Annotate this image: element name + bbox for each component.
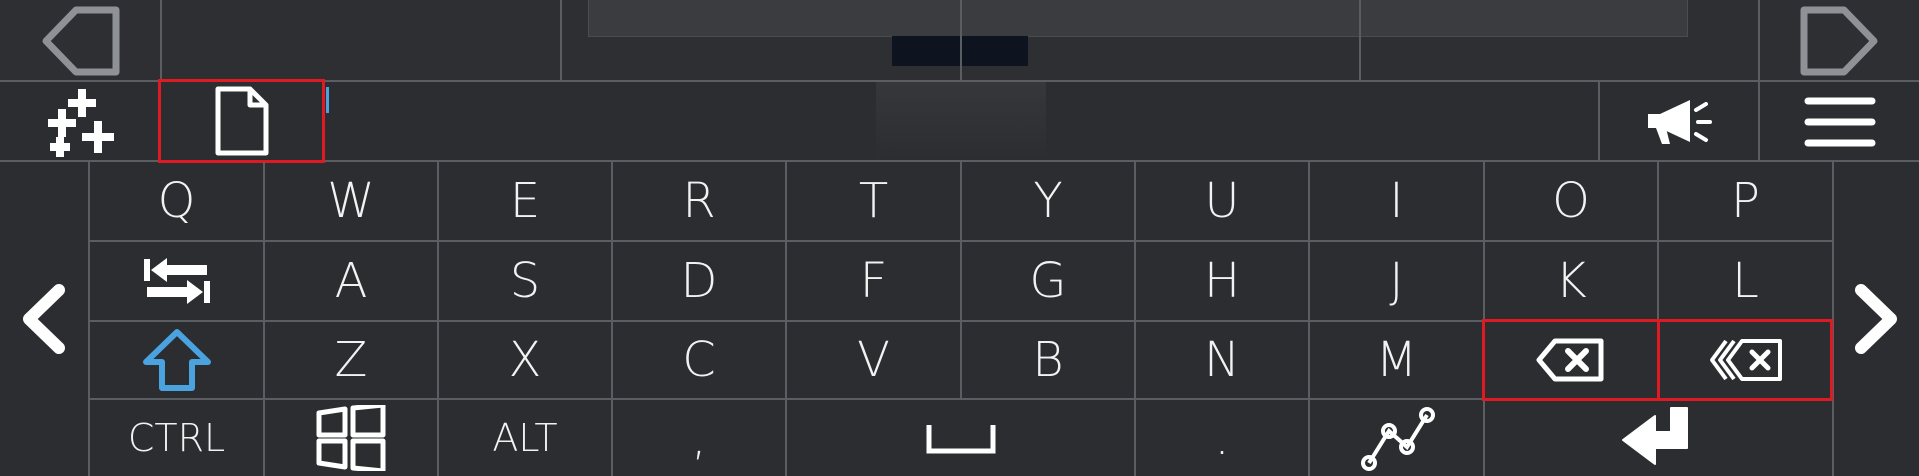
key-m[interactable]: M <box>1310 322 1483 398</box>
key-p[interactable]: P <box>1659 162 1832 240</box>
windows-logo-icon <box>316 405 386 471</box>
menu-button[interactable] <box>1780 86 1900 158</box>
background-shadow <box>876 80 1046 160</box>
key-l[interactable]: L <box>1659 242 1832 320</box>
key-v[interactable]: V <box>787 322 960 398</box>
keyboard-right-button[interactable] <box>1832 162 1919 476</box>
key-u[interactable]: U <box>1136 162 1308 240</box>
key-j[interactable]: J <box>1310 242 1483 320</box>
keyboard-left-button[interactable] <box>0 162 88 476</box>
next-page-button[interactable] <box>1790 4 1890 78</box>
enter-return-icon <box>1621 407 1688 465</box>
ctrl-key[interactable]: CTRL <box>90 400 263 476</box>
text-cursor <box>326 87 329 113</box>
tab-arrows-icon <box>143 258 210 304</box>
key-k[interactable]: K <box>1485 242 1657 320</box>
key-c[interactable]: C <box>613 322 785 398</box>
hamburger-menu-icon <box>1804 97 1876 147</box>
key-t[interactable]: T <box>787 162 960 240</box>
left-outline-arrow-icon <box>42 6 120 76</box>
announce-button[interactable] <box>1620 86 1740 158</box>
comma-key[interactable]: , <box>613 400 785 476</box>
key-s[interactable]: S <box>439 242 611 320</box>
multi-plus-icon <box>48 89 114 157</box>
enter-key[interactable] <box>1485 400 1832 476</box>
key-a[interactable]: A <box>265 242 437 320</box>
backspace-highlight <box>1482 319 1660 401</box>
key-e[interactable]: E <box>439 162 611 240</box>
key-o[interactable]: O <box>1485 162 1657 240</box>
key-r[interactable]: R <box>613 162 785 240</box>
document-highlight <box>158 79 325 163</box>
graph-line-icon <box>1360 407 1435 471</box>
key-n[interactable]: N <box>1136 322 1308 398</box>
key-w[interactable]: W <box>265 162 437 240</box>
alt-key[interactable]: ALT <box>439 400 611 476</box>
chevron-left-icon <box>23 284 65 354</box>
chevron-right-icon <box>1854 284 1897 354</box>
gesture-key[interactable] <box>1310 400 1483 476</box>
key-h[interactable]: H <box>1136 242 1308 320</box>
key-z[interactable]: Z <box>265 322 437 398</box>
prev-page-button[interactable] <box>30 4 130 78</box>
key-g[interactable]: G <box>962 242 1134 320</box>
shift-key[interactable] <box>90 322 263 398</box>
megaphone-icon <box>1648 100 1712 144</box>
right-outline-arrow-icon <box>1800 6 1878 76</box>
background-dialog <box>588 0 1688 37</box>
add-button[interactable] <box>30 86 130 158</box>
key-x[interactable]: X <box>439 322 611 398</box>
key-d[interactable]: D <box>613 242 785 320</box>
shift-arrow-icon <box>142 329 211 391</box>
space-bar-icon <box>926 425 995 454</box>
windows-key[interactable] <box>265 400 437 476</box>
key-y[interactable]: Y <box>962 162 1134 240</box>
delete-word-highlight <box>1657 319 1833 401</box>
key-i[interactable]: I <box>1310 162 1483 240</box>
space-key[interactable] <box>787 400 1134 476</box>
key-q[interactable]: Q <box>90 162 263 240</box>
tab-key[interactable] <box>90 242 263 320</box>
key-b[interactable]: B <box>962 322 1134 398</box>
period-key[interactable]: . <box>1136 400 1308 476</box>
key-f[interactable]: F <box>787 242 960 320</box>
